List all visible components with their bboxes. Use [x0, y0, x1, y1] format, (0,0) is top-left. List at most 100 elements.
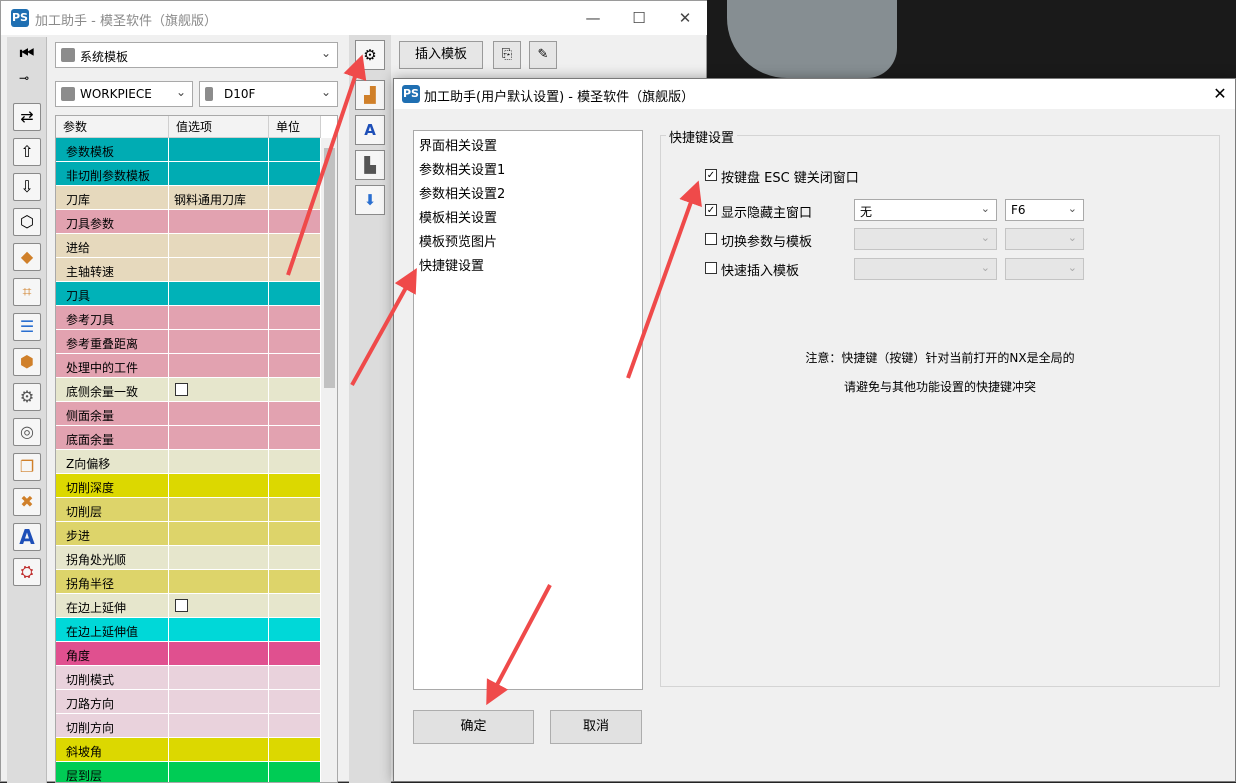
refresh-swap-icon[interactable]: ⇄ — [13, 103, 41, 131]
cell-divider — [168, 618, 169, 642]
cell-divider — [168, 378, 169, 402]
table-scrollbar[interactable] — [321, 138, 337, 782]
quick-insert-key-select[interactable]: ⌄ — [1005, 258, 1084, 280]
machine-icon[interactable]: ⛭ — [13, 558, 41, 586]
switch-params-label: 切换参数与模板 — [721, 235, 813, 250]
view-icon[interactable]: ◎ — [13, 418, 41, 446]
steps-icon[interactable]: ▙ — [355, 150, 385, 180]
dialog-close-button[interactable]: ✕ — [1205, 79, 1235, 109]
table-row[interactable]: 进给 — [56, 234, 320, 258]
delete-template-icon[interactable]: ✖ — [13, 488, 41, 516]
template-select[interactable]: 系统模板 ⌄ — [55, 42, 338, 68]
table-row[interactable]: 底侧余量一致 — [56, 378, 320, 402]
nav-item-ui[interactable]: 界面相关设置 — [419, 135, 497, 154]
cell-divider — [268, 546, 269, 570]
table-row[interactable]: 侧面余量 — [56, 402, 320, 426]
edit-template-icon[interactable]: ✎ — [529, 41, 557, 69]
column-header-param[interactable]: 参数 — [56, 116, 169, 138]
cell-divider — [268, 138, 269, 162]
nav-item-preview[interactable]: 模板预览图片 — [419, 231, 497, 250]
table-row[interactable]: 参数模板 — [56, 138, 320, 162]
cell-divider — [268, 762, 269, 782]
cell-divider — [268, 306, 269, 330]
toggle-main-modifier-select[interactable]: 无 ⌄ — [854, 199, 997, 221]
param-checkbox[interactable] — [175, 383, 188, 396]
table-row[interactable]: 层到层 — [56, 762, 320, 782]
arrow-up-icon[interactable]: ⇧ — [13, 138, 41, 166]
table-row[interactable]: 刀路方向 — [56, 690, 320, 714]
workpiece-icon[interactable]: ⬡ — [13, 208, 41, 236]
switch-params-modifier-select[interactable]: ⌄ — [854, 228, 997, 250]
tool-holder-icon[interactable]: ⚙ — [13, 383, 41, 411]
table-row[interactable]: 斜坡角 — [56, 738, 320, 762]
param-value[interactable]: 钢料通用刀库 — [174, 191, 246, 208]
toggle-main-window-checkbox[interactable]: ✓ — [705, 204, 717, 216]
workpiece-select[interactable]: WORKPIECE ⌄ — [55, 81, 193, 107]
table-row[interactable]: 切削深度 — [56, 474, 320, 498]
close-button[interactable]: ✕ — [662, 1, 708, 35]
axis-cube-icon[interactable]: ⬢ — [13, 348, 41, 376]
table-row[interactable]: 拐角半径 — [56, 570, 320, 594]
settings-gear-icon[interactable]: ⚙ — [355, 40, 385, 70]
column-header-value[interactable]: 值选项 — [169, 116, 269, 138]
mill-tool-icon[interactable]: ▟ — [355, 80, 385, 110]
table-row[interactable]: 切削层 — [56, 498, 320, 522]
tool-label-icon[interactable]: A — [355, 115, 385, 145]
column-header-unit[interactable]: 单位 — [269, 116, 321, 138]
quick-insert-checkbox[interactable] — [705, 262, 717, 274]
param-name: 底侧余量一致 — [66, 385, 139, 399]
toolpath-icon[interactable]: ⌗ — [13, 278, 41, 306]
table-row[interactable]: 参考刀具 — [56, 306, 320, 330]
table-row[interactable]: 在边上延伸值 — [56, 618, 320, 642]
cancel-button[interactable]: 取消 — [550, 710, 642, 744]
table-row[interactable]: 底面余量 — [56, 426, 320, 450]
table-row[interactable]: 处理中的工件 — [56, 354, 320, 378]
minimize-button[interactable]: — — [570, 1, 616, 35]
switch-params-key-select[interactable]: ⌄ — [1005, 228, 1084, 250]
table-row[interactable]: 非切削参数模板 — [56, 162, 320, 186]
param-name: 侧面余量 — [66, 409, 115, 423]
table-row[interactable]: 步进 — [56, 522, 320, 546]
collapse-icon[interactable]: ⏮ — [17, 43, 37, 63]
paste-template-icon[interactable]: ⎘ — [493, 41, 521, 69]
cell-divider — [168, 546, 169, 570]
toggle-main-key-select[interactable]: F6 ⌄ — [1005, 199, 1084, 221]
table-row[interactable]: Z向偏移 — [56, 450, 320, 474]
table-row[interactable]: 角度 — [56, 642, 320, 666]
table-row[interactable]: 拐角处光顺 — [56, 546, 320, 570]
nav-item-hotkeys[interactable]: 快捷键设置 — [419, 255, 484, 274]
maximize-button[interactable]: ☐ — [616, 1, 662, 35]
nav-item-templates[interactable]: 模板相关设置 — [419, 207, 497, 226]
nav-item-params-2[interactable]: 参数相关设置2 — [419, 183, 505, 202]
param-name: 非切削参数模板 — [66, 169, 151, 183]
nav-item-params-1[interactable]: 参数相关设置1 — [419, 159, 505, 178]
param-checkbox[interactable] — [175, 599, 188, 612]
insert-template-button[interactable]: 插入模板 — [399, 41, 483, 69]
table-row[interactable]: 刀具 — [56, 282, 320, 306]
scrollbar-thumb[interactable] — [324, 148, 335, 388]
cell-divider — [268, 738, 269, 762]
font-a-icon[interactable]: A — [13, 523, 41, 551]
table-row[interactable]: 刀库 钢料通用刀库 — [56, 186, 320, 210]
table-row[interactable]: 刀具参数 — [56, 210, 320, 234]
tool-select[interactable]: D10F ⌄ — [199, 81, 338, 107]
ok-button[interactable]: 确定 — [413, 710, 534, 744]
quick-insert-modifier-select[interactable]: ⌄ — [854, 258, 997, 280]
arrow-down-icon[interactable]: ⇩ — [13, 173, 41, 201]
table-row[interactable]: 切削方向 — [56, 714, 320, 738]
esc-close-checkbox[interactable]: ✓ — [705, 169, 717, 181]
table-row[interactable]: 参考重叠距离 — [56, 330, 320, 354]
cell-divider — [268, 594, 269, 618]
pin-icon[interactable]: ⊸ — [19, 71, 29, 85]
table-row[interactable]: 切削模式 — [56, 666, 320, 690]
switch-params-checkbox[interactable] — [705, 233, 717, 245]
chevron-down-icon: ⌄ — [1067, 261, 1077, 274]
main-window-title: 加工助手 - 模圣软件（旗舰版） — [35, 14, 217, 29]
import-icon[interactable]: ⬇ — [355, 185, 385, 215]
cell-divider — [168, 330, 169, 354]
eraser-icon[interactable]: ◆ — [13, 243, 41, 271]
list-edit-icon[interactable]: ☰ — [13, 313, 41, 341]
copy-template-icon[interactable]: ❐ — [13, 453, 41, 481]
table-row[interactable]: 在边上延伸 — [56, 594, 320, 618]
table-row[interactable]: 主轴转速 — [56, 258, 320, 282]
